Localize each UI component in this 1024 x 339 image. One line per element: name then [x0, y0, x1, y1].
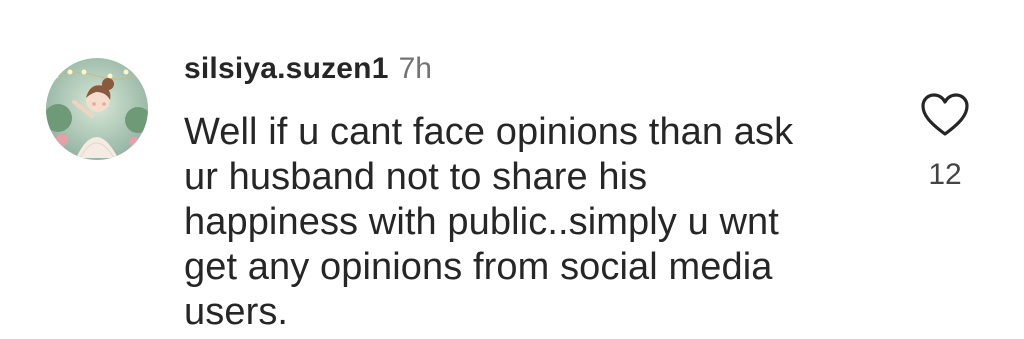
comment-text: Well if u cant face opinions than ask ur… [184, 110, 864, 335]
comment-text-line: get any opinions from social media [184, 246, 773, 288]
comment-item: silsiya.suzen1 7h Well if u cant face op… [0, 0, 1024, 339]
heart-icon[interactable] [920, 92, 970, 138]
timestamp: 7h [398, 52, 432, 85]
username-link[interactable]: silsiya.suzen1 [184, 52, 389, 86]
comment-text-line: Well if u cant face opinions than ask [184, 111, 794, 153]
comment-text-line: ur husband not to share his [184, 156, 648, 198]
avatar-illustration-icon [46, 58, 148, 160]
comment-text-line: users. [184, 291, 289, 333]
avatar[interactable] [46, 58, 148, 160]
like-group: 12 [915, 92, 975, 192]
comment-header: silsiya.suzen1 7h [184, 52, 432, 92]
comment-text-line: happiness with public..simply u wnt [184, 201, 779, 243]
like-count: 12 [928, 158, 962, 191]
